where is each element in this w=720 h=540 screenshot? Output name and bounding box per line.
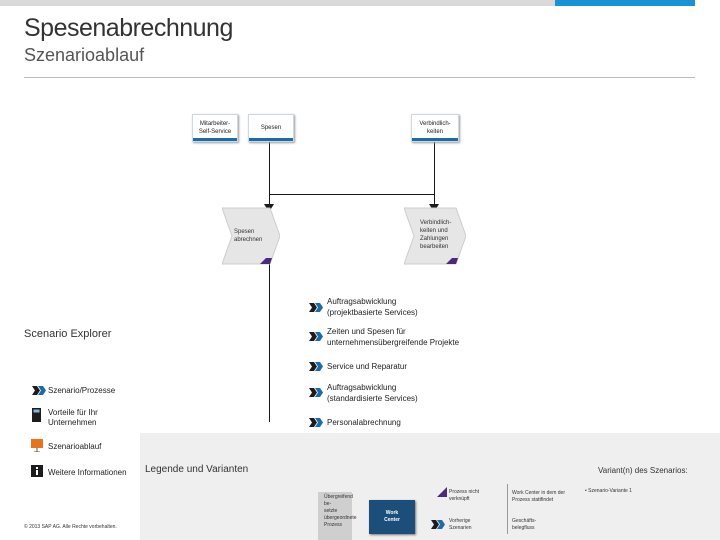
legend-previous-scenario: Vorherige Szenarien [449, 518, 472, 531]
legend-item-work-center: Work Center [369, 500, 415, 534]
step-label: Spesen abrechnen [234, 229, 263, 243]
connector-line [269, 194, 434, 195]
nav-label: Szenarioablauf [48, 442, 102, 451]
top-bar-accent [555, 0, 695, 6]
connector-line [269, 262, 270, 422]
legend-variant-item: • Szenario-Variante 1 [585, 488, 632, 494]
lane-label: Spesen [260, 125, 282, 131]
nav-label: Szenario/Prozesse [48, 386, 116, 395]
legend-process-not-used: Prozess nicht verknüpft [449, 489, 480, 502]
page-title: Spesenabrechnung [24, 14, 233, 42]
link-label: Auftragsabwicklung (standardisierte Serv… [327, 383, 418, 403]
triangle-icon [437, 487, 447, 497]
step-spesen-abrechnen[interactable]: Spesen abrechnen [222, 206, 280, 266]
lane-label: Mitarbeiter- Self-Service [198, 121, 232, 135]
legend-label: Übergreifend be- setzte übergeordnete Pr… [324, 494, 357, 528]
chevron-icon [32, 386, 46, 395]
nav-label: Vorteile für Ihr Unternehmen [48, 408, 98, 427]
legend-title: Legende und Varianten [145, 464, 249, 475]
lane-bar [193, 138, 237, 141]
legend-divider [507, 484, 508, 534]
chevron-icon [309, 303, 323, 312]
link-label: Service und Reparatur [327, 362, 408, 371]
connector-line [434, 140, 435, 212]
legend-business-object: Geschäfts- belegfluss [512, 518, 537, 531]
lane-label: Verbindlich- keiten [419, 121, 451, 135]
legend-panel [140, 433, 720, 540]
chevron-icon [309, 362, 323, 371]
chevron-icon [309, 388, 323, 397]
link-label: Personalabrechnung [327, 418, 401, 427]
variants-title: Variant(n) des Szenarios: [598, 466, 688, 475]
page-subtitle: Szenarioablauf [24, 45, 145, 65]
legend-work-center-note: Work Center in dem der Prozess stattfind… [512, 490, 565, 503]
lane-mitarbeiter-self-service[interactable]: Mitarbeiter- Self-Service [192, 114, 238, 142]
chevron-icon [309, 332, 323, 341]
step-verbindlichkeiten-bearbeiten[interactable]: Verbindlich- keiten und Zahlungen bearbe… [404, 206, 466, 266]
presentation-icon [31, 439, 43, 452]
legend-item-external: Übergreifend be- setzte übergeordnete Pr… [318, 492, 357, 540]
chevron-icon [309, 418, 323, 427]
scenario-explorer-title: Scenario Explorer [24, 328, 112, 340]
lane-bar [412, 138, 458, 141]
lane-spesen[interactable]: Spesen [248, 114, 294, 142]
legend-label: Work Center [384, 510, 400, 523]
link-label: Auftragsabwicklung (projektbasierte Serv… [327, 297, 418, 317]
nav-label: Weitere Informationen [48, 468, 127, 477]
top-bar [0, 0, 720, 6]
lane-bar [249, 138, 293, 141]
title-divider [24, 77, 695, 78]
step-label: Verbindlich- keiten und Zahlungen bearbe… [420, 220, 452, 250]
info-icon [31, 465, 43, 477]
top-bar-grey [0, 0, 555, 6]
connector-line [269, 140, 270, 212]
copyright: © 2013 SAP AG. Alle Rechte vorbehalten. [24, 524, 117, 530]
link-label: Zeiten und Spesen für unternehmensübergr… [327, 327, 460, 347]
lane-verbindlichkeiten[interactable]: Verbindlich- keiten [411, 114, 459, 142]
calculator-icon [32, 408, 41, 422]
chevron-icon [431, 520, 445, 529]
